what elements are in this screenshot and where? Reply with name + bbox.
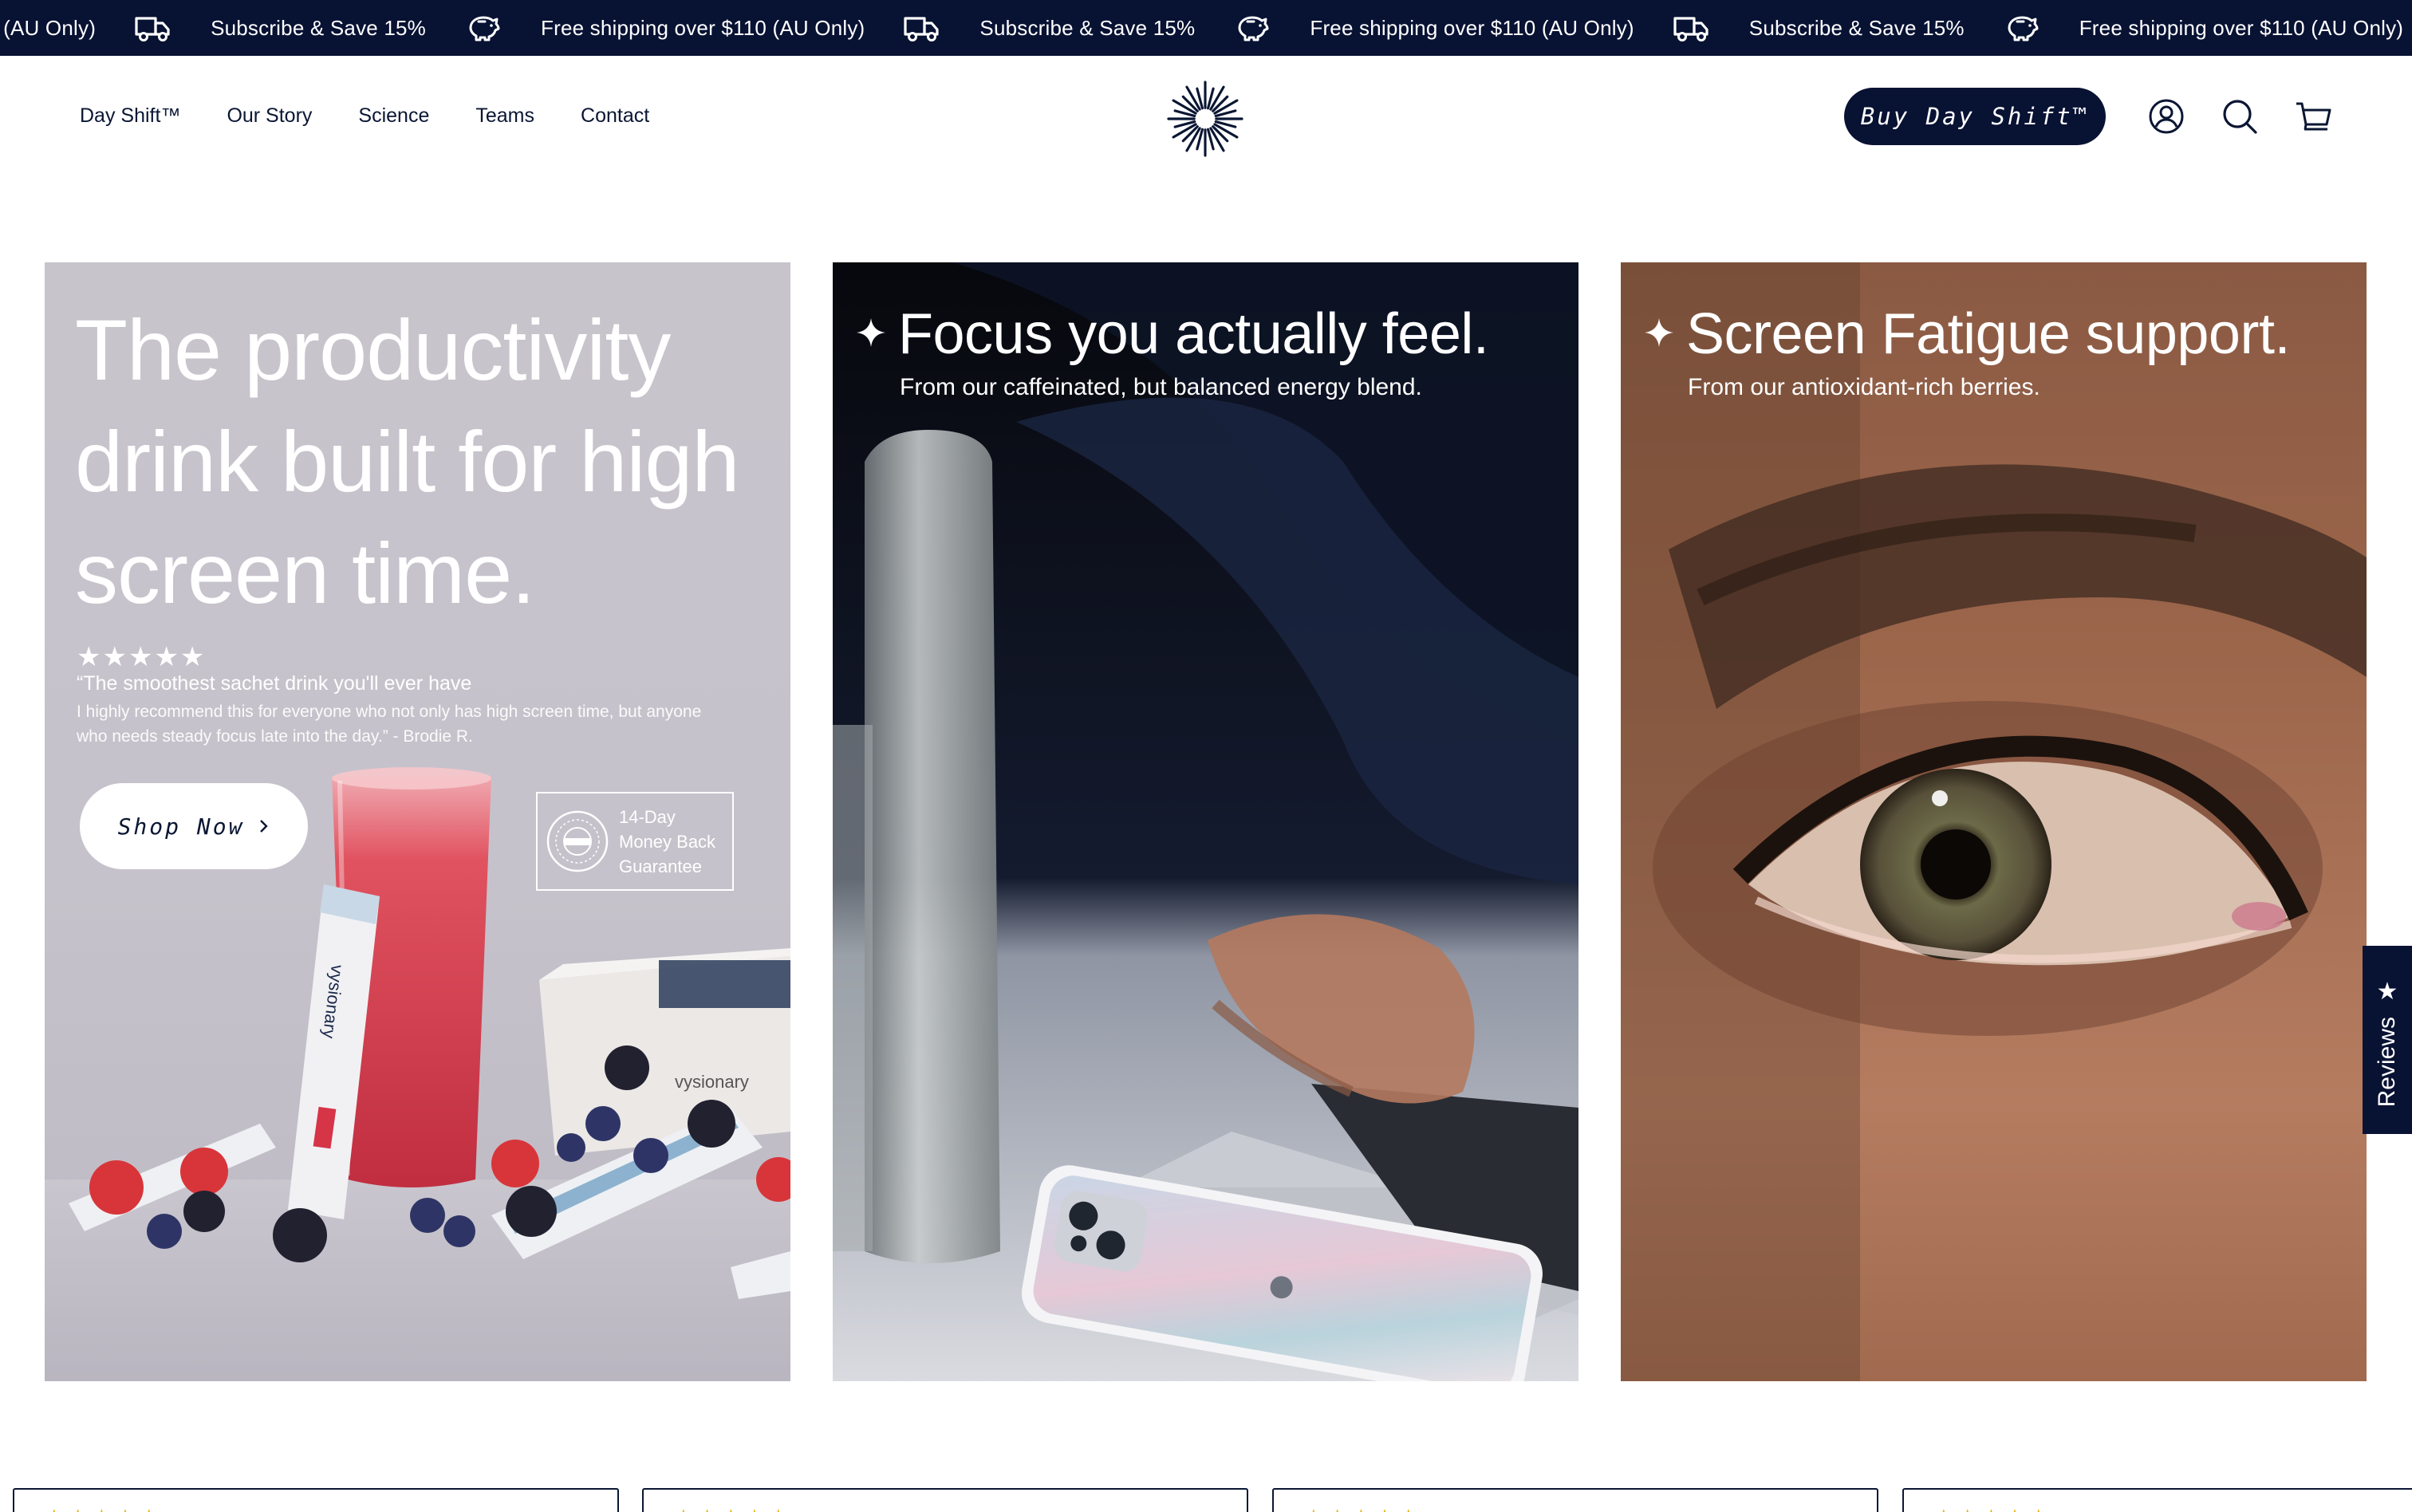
guarantee-line-1: 14-Day — [619, 806, 676, 827]
announcement-text: Free shipping over $110 (AU Only) — [541, 15, 865, 40]
guarantee-line-2: Money Back — [619, 831, 716, 852]
star-icon: ★ — [2376, 978, 2398, 1005]
focus-card: Focus you actually feel. From our caffei… — [833, 262, 1578, 1381]
announcement-text: Free shipping over $110 (AU Only) — [2079, 15, 2404, 40]
focus-card-subtitle: From our caffeinated, but balanced energ… — [900, 374, 1422, 400]
review-card-stars: ★★★★★ — [46, 1506, 165, 1512]
guarantee-text: 14-Day Money Back Guarantee — [619, 805, 715, 879]
announcement-text: Subscribe & Save 15% — [979, 15, 1196, 40]
buy-day-shift-button[interactable]: Buy Day Shift™ — [1844, 88, 2106, 145]
announcement-text: Free shipping over $110 (AU Only) — [1310, 15, 1634, 40]
screen-fatigue-card: Screen Fatigue support. From our antioxi… — [1621, 262, 2367, 1381]
announcement-item: Subscribe & Save 15% — [979, 12, 1310, 44]
review-card-stars: ★★★★★ — [676, 1506, 794, 1512]
reviews-tab-label: Reviews — [2374, 1017, 2400, 1108]
guarantee-seal-icon — [546, 810, 609, 872]
announcement-text: Subscribe & Save 15% — [1748, 15, 1965, 40]
announcement-item: $110 (AU Only) — [0, 12, 211, 44]
announcement-track: $110 (AU Only) Subscribe & Save 15% Free s… — [0, 0, 2412, 56]
announcement-text: $110 (AU Only) — [0, 15, 97, 40]
review-card: ★★★★★ — [642, 1488, 1248, 1512]
piggy-bank-icon — [464, 12, 501, 44]
nav-item-contact[interactable]: Contact — [581, 104, 649, 128]
review-body: I highly recommend this for everyone who… — [77, 703, 702, 746]
review-headline: “The smoothest sachet drink you'll ever … — [77, 672, 472, 695]
truck-icon — [134, 12, 171, 44]
screen-fatigue-card-subtitle: From our antioxidant-rich berries. — [1688, 374, 2040, 400]
review-card: ★★★★★ — [1902, 1488, 2412, 1512]
focus-card-title: Focus you actually feel. — [857, 299, 1489, 369]
review-card-stars: ★★★★★ — [1936, 1506, 2055, 1512]
chevron-right-icon — [258, 813, 270, 840]
search-icon[interactable] — [2221, 97, 2259, 136]
svg-text:vysionary: vysionary — [675, 1072, 749, 1092]
hero-title: The productivity drink built for high sc… — [75, 301, 739, 621]
shop-now-label: Shop Now — [117, 813, 245, 840]
screen-fatigue-card-heading: Screen Fatigue support. — [1686, 302, 2290, 366]
review-card-stars: ★★★★★ — [1306, 1506, 1425, 1512]
rating-stars: ★★★★★ — [77, 642, 207, 672]
nav-item-science[interactable]: Science — [358, 104, 429, 128]
truck-icon — [1673, 12, 1709, 44]
announcement-bar: $110 (AU Only) Subscribe & Save 15% Free s… — [0, 0, 2412, 56]
screen-fatigue-card-title: Screen Fatigue support. — [1645, 299, 2290, 369]
guarantee-badge: 14-Day Money Back Guarantee — [536, 792, 734, 891]
main-nav: Day Shift™ Our Story Science Teams Conta… — [80, 56, 649, 175]
nav-item-our-story[interactable]: Our Story — [227, 104, 312, 128]
nav-item-teams[interactable]: Teams — [475, 104, 534, 128]
announcement-item: Subscribe & Save 15% — [1749, 12, 2079, 44]
hero-card: vysionary vysionary The productivity dri… — [45, 262, 790, 1381]
review-card: ★★★★★ — [1272, 1488, 1878, 1512]
piggy-bank-icon — [1233, 12, 1270, 44]
guarantee-line-3: Guarantee — [619, 856, 702, 876]
piggy-bank-icon — [2003, 12, 2040, 44]
cart-icon[interactable] — [2294, 97, 2332, 136]
sunburst-logo[interactable] — [1166, 80, 1244, 158]
announcement-item: Free shipping over $110 (AU Only) — [541, 12, 979, 44]
focus-card-heading: Focus you actually feel. — [898, 302, 1489, 366]
announcement-item: Free shipping over $110 (AU Only) — [1310, 12, 1748, 44]
laptop-photo — [833, 262, 1578, 1381]
site-header: Day Shift™ Our Story Science Teams Conta… — [0, 56, 2412, 175]
sunburst-logo-icon — [1167, 81, 1243, 157]
nav-item-day-shift[interactable]: Day Shift™ — [80, 104, 180, 128]
announcement-item: Subscribe & Save 15% — [211, 12, 541, 44]
account-icon[interactable] — [2147, 97, 2185, 136]
announcement-item: Free shipping over $110 (AU Only) — [2079, 12, 2412, 44]
sparkle-icon — [1645, 318, 1673, 347]
review-card: ★★★★★ — [13, 1488, 619, 1512]
shop-now-button[interactable]: Shop Now — [80, 783, 308, 869]
announcement-text: Subscribe & Save 15% — [211, 15, 426, 40]
sparkle-icon — [857, 318, 885, 347]
reviews-tab[interactable]: ★ Reviews — [2363, 946, 2412, 1134]
eye-photo — [1621, 262, 2367, 1381]
truck-icon — [903, 12, 940, 44]
